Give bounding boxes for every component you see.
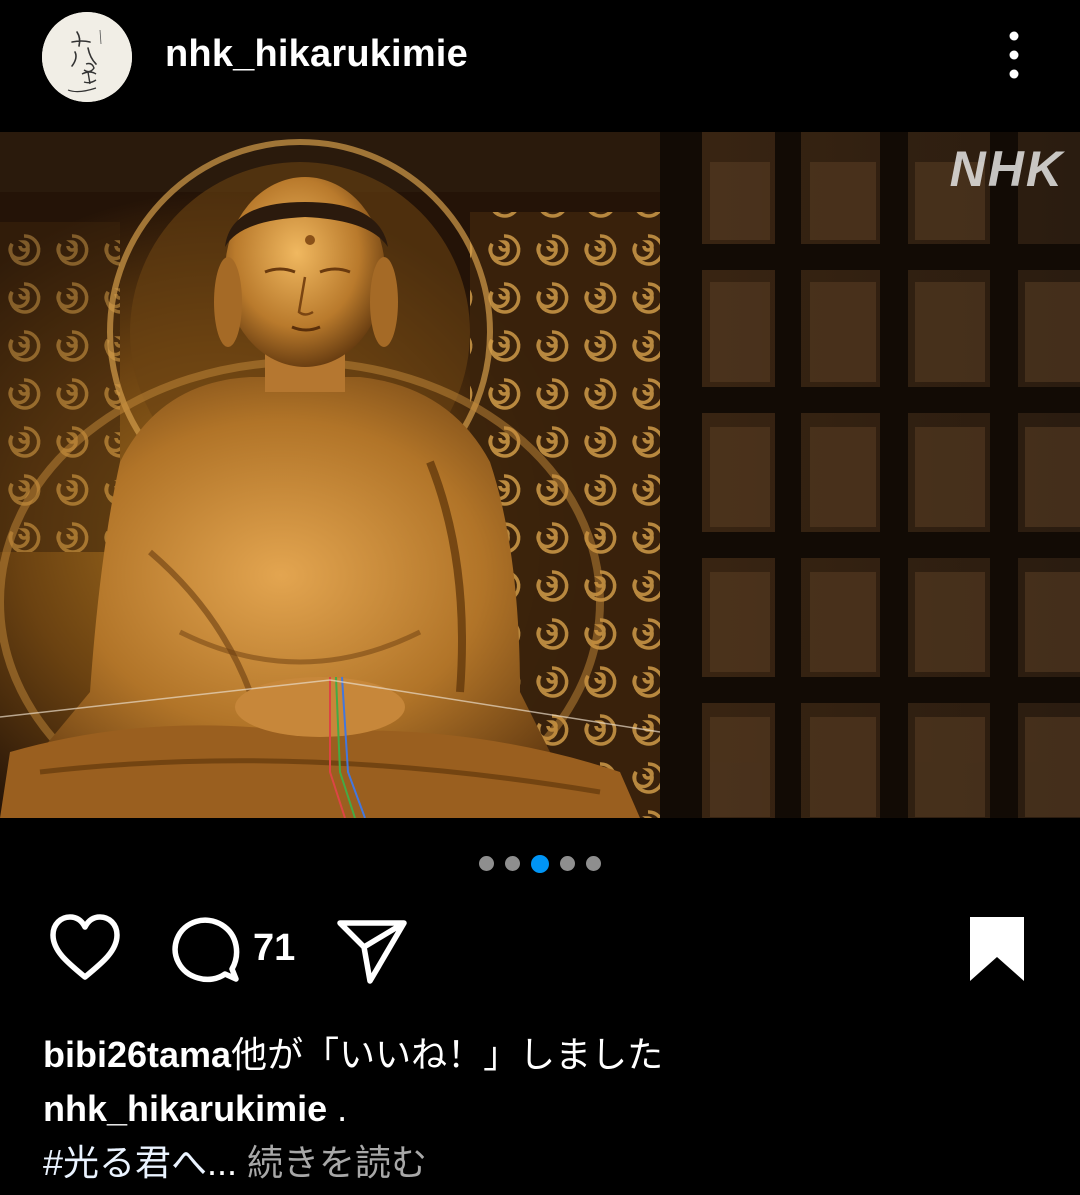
more-vertical-icon[interactable]: [996, 26, 1032, 84]
caption-author[interactable]: nhk_hikarukimie: [43, 1088, 327, 1129]
post-image[interactable]: NHK: [0, 132, 1080, 818]
post-header: nhk_hikarukimie: [0, 0, 1080, 132]
carousel-dot: [560, 856, 575, 871]
send-icon[interactable]: [336, 913, 408, 985]
caption-ellipsis: ...: [207, 1142, 248, 1183]
carousel-dot: [505, 856, 520, 871]
likes-summary[interactable]: bibi26tama他が「いいね！」しました: [43, 1028, 1043, 1082]
comment-bubble-icon[interactable]: [170, 913, 242, 985]
likes-username[interactable]: bibi26tama: [43, 1034, 231, 1075]
profile-avatar[interactable]: [42, 12, 132, 102]
read-more-link[interactable]: 続きを読む: [247, 1142, 427, 1183]
caption-hashtag-line: #光る君へ... 続きを読む: [43, 1136, 1043, 1190]
caption-text: .: [327, 1088, 348, 1129]
carousel-dot-active: [531, 854, 549, 873]
caption-line: nhk_hikarukimie .: [43, 1082, 1043, 1136]
calligraphy-avatar-icon: [42, 12, 132, 102]
carousel-indicator: [0, 854, 1080, 873]
comment-count: 71: [253, 927, 296, 969]
header-username[interactable]: nhk_hikarukimie: [165, 33, 468, 76]
hashtag-link[interactable]: #光る君へ: [43, 1142, 207, 1183]
post-actions: 71: [0, 905, 1080, 989]
nhk-watermark: NHK: [949, 141, 1064, 197]
golden-buddha-photo: [0, 132, 1080, 818]
carousel-dot: [586, 856, 601, 871]
bookmark-filled-icon[interactable]: [966, 913, 1028, 985]
heart-icon[interactable]: [48, 913, 122, 983]
likes-suffix: 他が「いいね！」しました: [231, 1034, 664, 1075]
post-caption: bibi26tama他が「いいね！」しました nhk_hikarukimie .…: [43, 1028, 1043, 1190]
carousel-dot: [479, 856, 494, 871]
